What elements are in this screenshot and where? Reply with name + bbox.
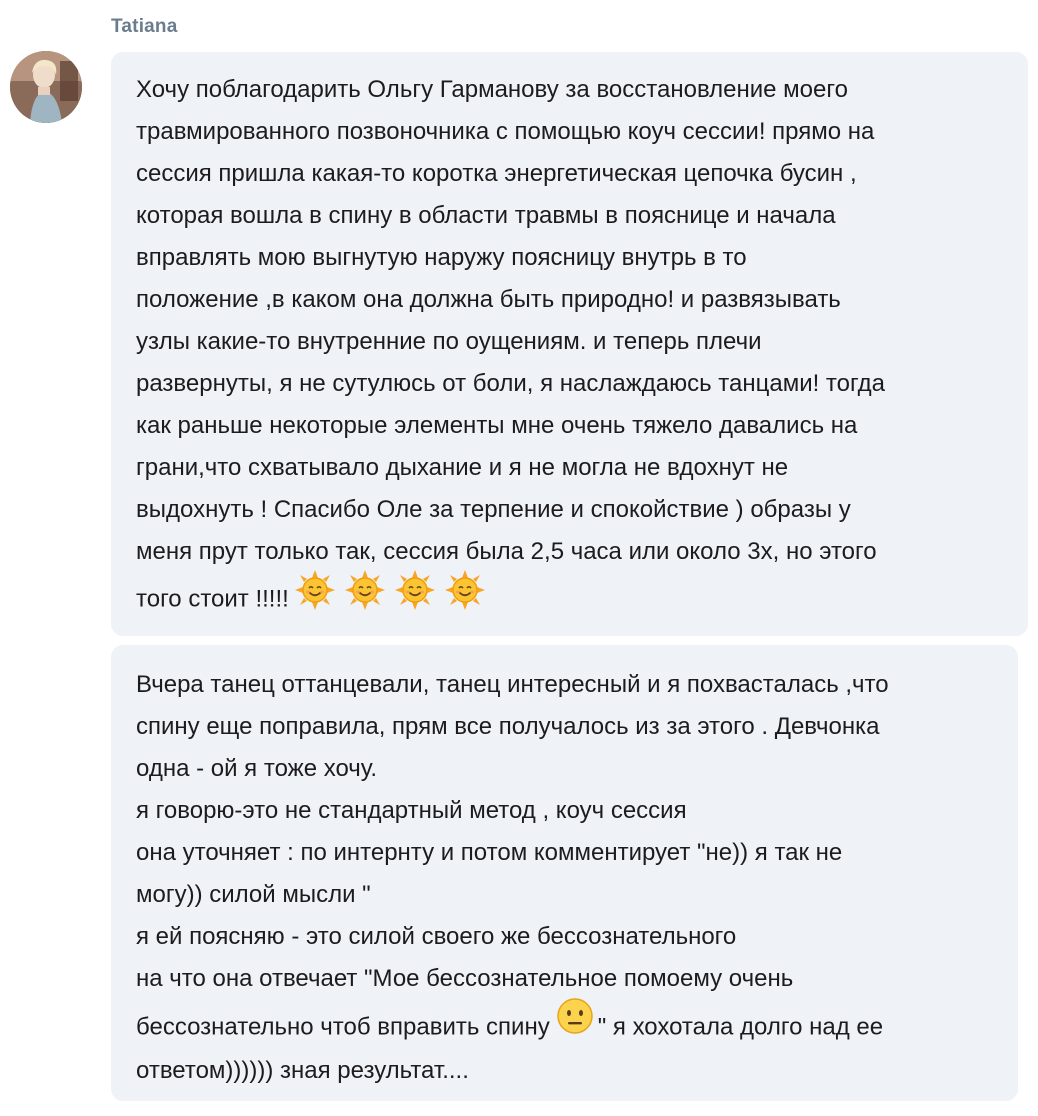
smiling-sun-emoji-icon (394, 570, 435, 624)
message-2-line: она уточняет : по интернту и потом комме… (136, 839, 843, 866)
message-1-line: сессия пришла какая-то коротка энергетич… (136, 160, 857, 187)
message-bubble-1: Хочу поблагодарить Ольгу Гарманову за во… (111, 52, 1028, 636)
message-2-line: могу)) силой мысли " (136, 881, 371, 908)
message-1-line: грани,что схватывало дыхание и я не могл… (136, 454, 789, 481)
message-1-line: меня прут только так, сессия была 2,5 ча… (136, 538, 877, 565)
message-2-emoji-line: бессознательно чтоб вправить спину " я хо… (136, 997, 998, 1053)
message-2-line: Вчера танец оттанцевали, танец интересны… (136, 671, 889, 698)
neutral-face-emoji-icon (556, 997, 594, 1053)
message-2-line: я ей поясняю - это силой своего же бессо… (136, 923, 737, 950)
message-1-line: положение ,в каком она должна быть приро… (136, 286, 841, 313)
smiling-sun-emoji-icon (344, 570, 385, 624)
message-1-line: развернуты, я не сутулюсь от боли, я нас… (136, 370, 886, 397)
message-2-line-text: " я хохотала долго над ее (597, 1013, 884, 1041)
message-2-line: ответом)))))) зная результат.... (136, 1057, 469, 1084)
message-1-line: которая вошла в спину в области травмы в… (136, 202, 836, 229)
message-2-line: на что она отвечает "Мое бессознательное… (136, 965, 794, 992)
smiling-sun-emoji-icon (294, 570, 335, 624)
message-2-line: одна - ой я тоже хочу. (136, 755, 378, 782)
author-avatar[interactable] (10, 51, 82, 123)
message-1-line: травмированного позвоночника с помощью к… (136, 118, 875, 145)
message-2-line-text: бессознательно чтоб вправить спину (136, 1013, 550, 1041)
message-1-line: выдохнуть ! Спасибо Оле за терпение и сп… (136, 496, 851, 523)
message-1-line: вправлять мою выгнутую наружу поясницу в… (136, 244, 747, 271)
message-2-line: спину еще поправила, прям все получалось… (136, 713, 880, 740)
user-photo-avatar-icon (10, 51, 82, 123)
message-2-line: я говорю-это не стандартный метод , коуч… (136, 797, 687, 824)
message-1-line: Хочу поблагодарить Ольгу Гарманову за во… (136, 76, 848, 103)
message-1-line: как раньше некоторые элементы мне очень … (136, 412, 858, 439)
message-1-line: узлы какие-то внутренние по оущениям. и … (136, 328, 762, 355)
message-1-last-line: того стоит !!!!! (136, 570, 1008, 615)
smiling-sun-emoji-icon (444, 570, 485, 624)
author-name[interactable]: Tatiana (111, 16, 178, 38)
message-1-line-text: того стоит !!!!! (136, 585, 289, 613)
message-bubble-2: Вчера танец оттанцевали, танец интересны… (111, 645, 1018, 1101)
